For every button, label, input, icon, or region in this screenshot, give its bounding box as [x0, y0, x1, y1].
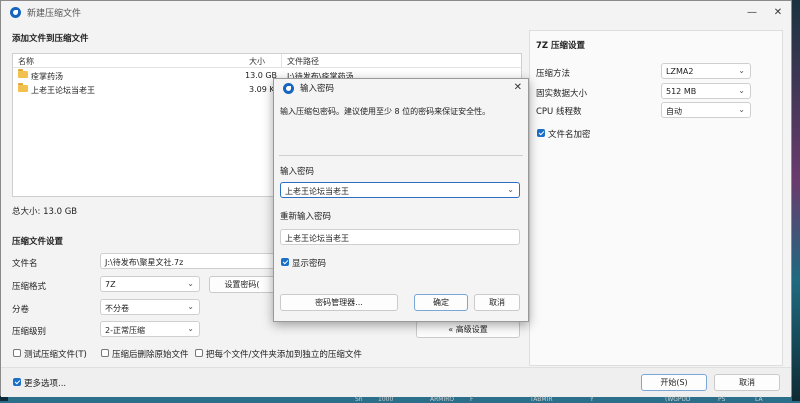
taskbar-item[interactable]: 1000	[378, 396, 393, 403]
window-title: 新建压缩文件	[27, 8, 82, 19]
desktop-background-right	[792, 0, 800, 401]
taskbar-item[interactable]: LA	[755, 396, 763, 403]
password-label: 输入密码	[280, 167, 315, 177]
more-options-checkbox[interactable]	[13, 378, 21, 386]
add-files-heading: 添加文件到压缩文件	[12, 34, 89, 44]
reenter-label: 重新输入密码	[280, 212, 332, 222]
dict-label: 固实数据大小	[536, 89, 588, 99]
bottom-bar: 更多选项... 开始(S) 取消	[1, 367, 791, 397]
ok-button[interactable]: 确定	[414, 294, 468, 311]
format-label: 压缩格式	[12, 282, 47, 292]
chevron-down-icon: ⌄	[187, 324, 194, 333]
folder-icon	[18, 69, 28, 78]
column-size[interactable]: 大小	[249, 56, 265, 67]
taskbar-item[interactable]: TABMIR	[530, 396, 553, 403]
column-name[interactable]: 名称	[18, 56, 34, 67]
file-name: 痊掌药汤	[31, 72, 63, 81]
format-settings-panel: 7Z 压缩设置 压缩方法 LZMA2 ⌄ 固实数据大小 512 MB ⌄ CPU…	[529, 30, 783, 366]
format-value: 7Z	[105, 280, 116, 289]
title-bar: 新建压缩文件 — ✕	[1, 1, 791, 23]
test-archive-checkbox[interactable]	[13, 349, 21, 357]
chevron-down-icon: ⌄	[507, 185, 514, 194]
test-archive-label: 测试压缩文件(T)	[24, 350, 87, 360]
chevron-down-icon: ⌄	[738, 105, 745, 114]
settings-heading: 压缩文件设置	[12, 237, 64, 247]
password-value: 上老王论坛当老王	[285, 187, 349, 196]
level-label: 压缩级别	[12, 327, 47, 337]
method-label: 压缩方法	[536, 69, 571, 79]
dialog-divider	[279, 155, 523, 156]
encrypt-names-checkbox[interactable]	[537, 129, 545, 137]
format-select[interactable]: 7Z ⌄	[100, 276, 200, 292]
taskbar-item[interactable]: F	[470, 396, 473, 403]
delete-after-label: 压缩后删除原始文件	[112, 350, 189, 360]
set-password-button[interactable]: 设置密码(	[209, 276, 275, 293]
app-logo-icon	[283, 82, 294, 94]
delete-after-checkbox[interactable]	[101, 349, 109, 357]
dialog-title-bar: 输入密码 ✕	[274, 79, 528, 97]
total-size: 总大小: 13.0 GB	[12, 207, 78, 217]
split-label: 分卷	[12, 305, 30, 315]
cancel-button[interactable]: 取消	[714, 374, 780, 391]
separate-archives-checkbox[interactable]	[195, 349, 203, 357]
method-select[interactable]: LZMA2 ⌄	[661, 63, 751, 79]
app-logo-icon	[10, 6, 21, 18]
chevron-down-icon: ⌄	[738, 66, 745, 75]
taskbar-item[interactable]: Y	[590, 396, 594, 403]
file-list-header: 名称 大小 文件路径	[13, 54, 521, 68]
format-settings-heading: 7Z 压缩设置	[536, 41, 586, 51]
password-input[interactable]: 上老王论坛当老王 ⌄	[280, 182, 520, 198]
file-name: 上老王论坛当老王	[31, 86, 95, 95]
dialog-title: 输入密码	[300, 84, 335, 94]
cpu-value: 自动	[666, 107, 682, 116]
password-manager-button[interactable]: 密码管理器...	[280, 294, 398, 311]
more-options-label[interactable]: 更多选项...	[24, 377, 66, 389]
level-select[interactable]: 2-正常压缩 ⌄	[100, 321, 200, 337]
chevron-down-icon: ⌄	[738, 86, 745, 95]
method-value: LZMA2	[666, 67, 694, 76]
close-button[interactable]: ✕	[765, 1, 791, 23]
show-password-label: 显示密码	[292, 259, 327, 269]
reenter-input[interactable]: 上老王论坛当老王	[280, 229, 520, 245]
taskbar-item[interactable]: PS	[718, 396, 725, 403]
level-value: 2-正常压缩	[105, 326, 145, 335]
cpu-select[interactable]: 自动 ⌄	[661, 102, 751, 118]
dict-value: 512 MB	[666, 87, 697, 96]
folder-icon	[18, 83, 28, 92]
encrypt-names-label: 文件名加密	[548, 130, 591, 140]
show-password-checkbox[interactable]	[281, 258, 289, 266]
file-size: 3.09 K	[249, 85, 275, 94]
column-path[interactable]: 文件路径	[287, 56, 319, 67]
split-value: 不分卷	[105, 304, 129, 313]
password-dialog: 输入密码 ✕ 输入压缩包密码。建议使用至少 8 位的密码来保证安全性。 输入密码…	[273, 78, 529, 322]
taskbar-item[interactable]: (WGPUD	[665, 396, 691, 403]
chevron-down-icon: ⌄	[187, 279, 194, 288]
cpu-label: CPU 线程数	[536, 107, 582, 117]
start-button[interactable]: 开始(S)	[641, 374, 707, 391]
split-select[interactable]: 不分卷 ⌄	[100, 299, 200, 315]
taskbar-item[interactable]: ARMIRO	[430, 396, 454, 403]
dialog-hint: 输入压缩包密码。建议使用至少 8 位的密码来保证安全性。	[280, 107, 491, 116]
filename-label: 文件名	[12, 259, 38, 269]
dialog-close-icon[interactable]: ✕	[514, 82, 522, 93]
advanced-settings-button[interactable]: « 高级设置	[416, 321, 520, 338]
taskbar-item[interactable]: Sh	[355, 396, 363, 403]
chevron-down-icon: ⌄	[187, 302, 194, 311]
dict-select[interactable]: 512 MB ⌄	[661, 83, 751, 99]
dialog-cancel-button[interactable]: 取消	[474, 294, 520, 311]
minimize-button[interactable]: —	[739, 1, 765, 23]
separate-archives-label: 把每个文件/文件夹添加到独立的压缩文件	[206, 350, 362, 360]
